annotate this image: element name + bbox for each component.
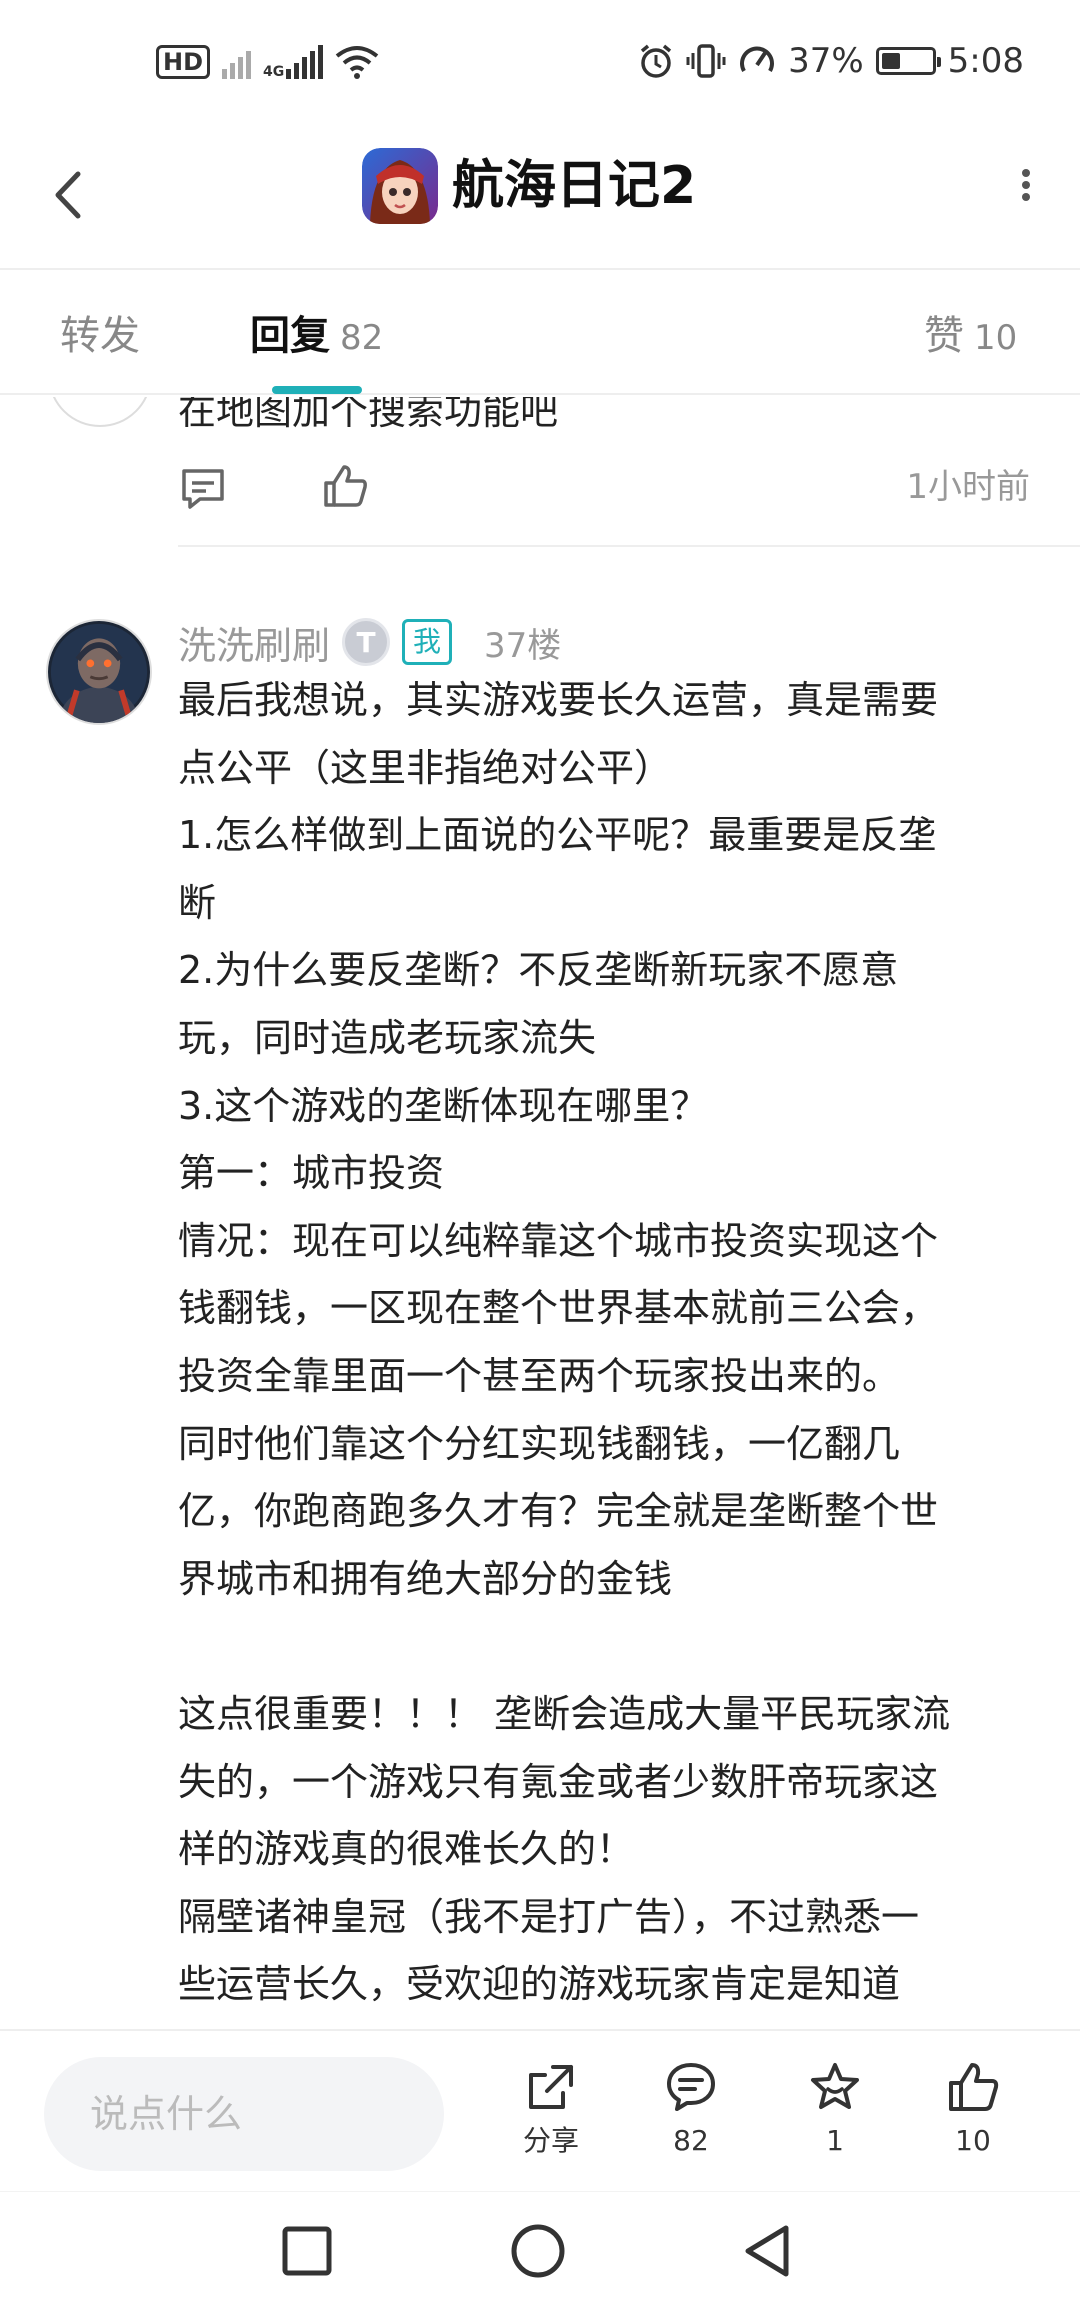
data-saver-icon — [740, 46, 774, 72]
reply-line: 玩，同时造成老玩家流失 — [178, 1015, 597, 1060]
tab-likes-count: 10 — [974, 318, 1018, 358]
favorite-button[interactable]: 1 — [780, 2059, 890, 2161]
reply-line: 这点很重要！！！ 垄断会造成大量平民玩家流 — [178, 1691, 951, 1736]
like-icon[interactable] — [320, 461, 370, 511]
battery-fill — [881, 53, 900, 69]
back-icon[interactable] — [40, 160, 100, 230]
comment-icon — [667, 2063, 715, 2111]
alarm-icon — [640, 44, 672, 78]
wifi-icon — [336, 46, 379, 79]
vibrate-icon — [686, 44, 726, 78]
battery-percent: 37% — [788, 41, 864, 81]
reply-line: 点公平（这里非指绝对公平） — [178, 745, 673, 790]
reply-line: 同时他们靠这个分红实现钱翻钱，一亿翻几 — [178, 1421, 901, 1466]
reply-line: 最后我想说，其实游戏要长久运营，真是需要 — [178, 678, 939, 722]
bottom-action-bar: 说点什么 分享 82 1 10 — [0, 2029, 1080, 2191]
nav-circle-icon[interactable] — [503, 2216, 573, 2286]
comment-input[interactable]: 说点什么 — [44, 2057, 444, 2171]
tab-bar: 转发 回复 82 赞 10 — [0, 270, 1080, 395]
reply-line: 钱翻钱，一区现在整个世界基本就前三公会， — [178, 1286, 939, 1331]
nav-square-icon[interactable] — [272, 2216, 342, 2286]
status-left: HD 4G — [156, 40, 379, 84]
share-icon — [529, 2065, 573, 2109]
floor-number: 37楼 — [484, 625, 562, 666]
reply-line: 隔壁诸神皇冠（我不是打广告），不过熟悉一 — [178, 1894, 920, 1939]
signal-icon — [222, 45, 252, 79]
divider — [178, 545, 1080, 547]
me-badge: 我 — [402, 619, 453, 665]
tab-repost[interactable]: 转发 — [60, 310, 140, 362]
share-button[interactable]: 分享 — [496, 2059, 606, 2161]
signal-4g-icon: 4G — [263, 45, 324, 79]
tab-repost-label: 转发 — [60, 313, 140, 359]
reply-line: 样的游戏真的很难长久的！ — [178, 1827, 635, 1872]
reply-line: 些运营长久，受欢迎的游戏玩家肯定是知道 — [178, 1962, 901, 2007]
star-icon — [811, 2063, 859, 2109]
clock: 5:08 — [947, 41, 1024, 81]
app-icon[interactable] — [362, 148, 438, 224]
reply-line: 3.这个游戏的垄断体现在哪里？ — [178, 1083, 709, 1128]
avatar[interactable] — [48, 397, 152, 427]
previous-reply-text: 在地图加个搜索功能吧 — [178, 397, 559, 433]
status-right: 37% 5:08 — [638, 36, 1024, 86]
reply-line: 情况：现在可以纯粹靠这个城市投资实现这个 — [178, 1218, 939, 1263]
reply-list[interactable]: 在地图加个搜索功能吧 1小时前 洗洗刷刷 T 我 37楼 最后我想说，其实游戏要… — [0, 397, 1080, 2029]
like-button[interactable]: 10 — [918, 2059, 1028, 2161]
tab-replies-count: 82 — [340, 318, 384, 358]
username[interactable]: 洗洗刷刷 — [178, 615, 330, 670]
more-icon[interactable] — [1016, 160, 1036, 210]
tab-likes-label: 赞 — [924, 313, 964, 359]
status-bar: HD 4G 37% 5:08 — [0, 0, 1080, 120]
reply-meta: 洗洗刷刷 T 我 37楼 — [178, 612, 561, 672]
thumb-up-icon — [949, 2063, 999, 2111]
comment-count: 82 — [673, 2124, 709, 2157]
tab-replies-label: 回复 — [250, 313, 330, 359]
reply-text: 最后我想说，其实游戏要长久运营，真是需要 点公平（这里非指绝对公平） 1.怎么样做到… — [178, 667, 1024, 2019]
reply-line: 1.怎么样做到上面说的公平呢？最重要是反垄 — [178, 813, 937, 858]
reply-line — [178, 1613, 1024, 1681]
tab-likes[interactable]: 赞 10 — [924, 310, 1017, 364]
favorite-count: 1 — [826, 2124, 844, 2157]
tab-replies[interactable]: 回复 82 — [250, 310, 383, 364]
tab-active-indicator — [272, 386, 362, 394]
hd-indicator: HD — [156, 45, 211, 79]
reply-line: 第一：城市投资 — [178, 1151, 445, 1196]
reply-icon[interactable] — [178, 463, 228, 513]
comment-button[interactable]: 82 — [636, 2059, 746, 2161]
like-count: 10 — [955, 2124, 991, 2157]
reply-line: 2.为什么要反垄断？不反垄断新玩家不愿意 — [178, 948, 899, 993]
page-title: 航海日记2 — [452, 156, 697, 216]
reply-line: 界城市和拥有绝大部分的金钱 — [178, 1556, 673, 1601]
system-nav-bar — [0, 2191, 1080, 2310]
reply-line: 投资全靠里面一个甚至两个玩家投出来的。 — [178, 1353, 901, 1398]
previous-reply-time: 1小时前 — [906, 467, 1030, 507]
nav-triangle-icon[interactable] — [734, 2216, 804, 2286]
battery-icon — [875, 47, 941, 75]
reply-line: 亿，你跑商跑多久才有？完全就是垄断整个世 — [178, 1489, 939, 1534]
reply-line: 失的，一个游戏只有氪金或者少数肝帝玩家这 — [178, 1759, 939, 1804]
reply-line: 断 — [178, 880, 217, 925]
level-badge: T — [342, 618, 391, 666]
share-label: 分享 — [522, 2124, 579, 2157]
avatar[interactable] — [46, 619, 152, 725]
